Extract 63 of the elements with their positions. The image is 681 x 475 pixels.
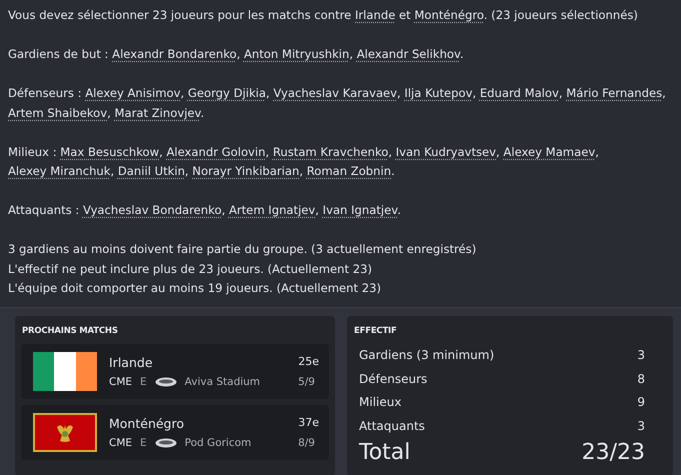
montenegro-flag-icon [33, 412, 97, 452]
rule-text: L'effectif ne peut inclure plus de 23 joueurs. (Actuellement 23) [8, 260, 373, 278]
competition-label: CME [109, 436, 132, 448]
player-link[interactable]: Vyacheslav Karavaev [273, 86, 398, 100]
player-link[interactable]: Max Besuschkow [60, 144, 160, 158]
player-link[interactable]: Mário Fernandes [566, 86, 662, 100]
player-link[interactable]: Alexey Mamaev [503, 144, 596, 158]
total-value: 23/23 [582, 440, 645, 465]
position-count: 3 [637, 418, 645, 433]
position-label: Milieux [359, 395, 402, 410]
player-link[interactable]: Alexey Anisimov [85, 86, 181, 100]
player-link[interactable]: Ivan Kudryavtsev [396, 144, 496, 158]
position-group-text: Attaquants : Vyacheslav Bondarenko, Artem Ignatjev, Ivan Ignatjev. [8, 202, 402, 219]
match-row[interactable]: Irlande 25e CME E Aviva Stadium 5/9 [21, 344, 329, 398]
venue-type-label: E [140, 436, 147, 448]
player-link[interactable]: Alexandr Bondarenko [112, 47, 237, 61]
team-link[interactable]: Irlande [355, 8, 396, 22]
team-rank: 25e [298, 354, 319, 370]
player-link[interactable]: Artem Shaibekov [8, 106, 108, 120]
ireland-flag-icon [33, 352, 97, 390]
position-group-text: Gardiens de but : Alexandr Bondarenko, Anton Mitryushkin, Alexandr Selikhov. [8, 46, 465, 63]
team-name: Irlande [109, 354, 153, 370]
player-link[interactable]: Anton Mitryushkin [244, 47, 350, 61]
position-label: Gardiens (3 minimum) [359, 348, 494, 362]
venue-type-label: E [140, 376, 147, 388]
match-round: 5/9 [298, 376, 315, 388]
stadium-name: Pod Goricom [184, 436, 252, 448]
rule-text: L'équipe doit comporter au moins 19 joueurs. (Actuellement 23) [8, 280, 382, 297]
team-rank: 37e [298, 416, 319, 430]
stadium-icon [154, 376, 177, 386]
player-link[interactable]: Norayr Yinkibarian [192, 164, 300, 178]
squad-title: EFFECTIF [354, 326, 398, 336]
position-label: Défenseurs [359, 372, 428, 386]
rule-text: 3 gardiens au moins doivent faire partie du groupe. (3 actuellement enregistrés) [8, 241, 478, 258]
position-group-text: Milieux : Max Besuschkow, Alexandr Golovin, Rustam Kravchenko, Ivan Kudryavtsev, Alexey Mamaev, Alexey Miranchuk, Daniil Utkin, Norayr Yinkibarian, Roman Zobnin. [8, 144, 600, 180]
competition-label: CME [109, 376, 132, 388]
position-count: 9 [637, 395, 645, 410]
player-link[interactable]: Rustam Kravchenko [272, 144, 388, 158]
player-link[interactable]: Marat Zinovjev [114, 106, 201, 120]
player-link[interactable]: Eduard Malov [480, 86, 559, 100]
player-link[interactable]: Alexey Miranchuk [8, 164, 110, 178]
position-group-text: Défenseurs : Alexey Anisimov, Georgy Djikia, Vyacheslav Karavaev, Ilja Kutepov, Eduard Malov, Mário Fernandes, Artem Shaibekov, Marat Zinovjev. [8, 85, 667, 122]
team-link[interactable]: Monténégro [414, 8, 484, 22]
position-count: 3 [637, 348, 645, 362]
player-link[interactable]: Alexandr Selikhov [356, 47, 460, 61]
player-link[interactable]: Georgy Djikia [188, 86, 266, 100]
total-label: Total [359, 440, 410, 465]
player-link[interactable]: Artem Ignatjev [228, 203, 316, 217]
player-link[interactable]: Vyacheslav Bondarenko [82, 203, 222, 217]
intro-text: Vous devez sélectionner 23 joueurs pour les matchs contre Irlande et Monténégro. (23 joueurs sélectionnés) [8, 7, 639, 24]
stadium-name: Aviva Stadium [184, 376, 260, 388]
stadium-icon [154, 438, 177, 448]
team-name: Monténégro [109, 416, 184, 430]
player-link[interactable]: Roman Zobnin [306, 164, 392, 178]
player-link[interactable]: Alexandr Golovin [166, 144, 266, 158]
player-link[interactable]: Ivan Ignatjev [322, 203, 398, 217]
match-round: 8/9 [298, 436, 315, 448]
matches-title: PROCHAINS MATCHS [22, 326, 119, 336]
position-count: 8 [637, 372, 645, 386]
player-link[interactable]: Ilja Kutepov [404, 86, 472, 100]
position-label: Attaquants [359, 418, 425, 433]
match-row[interactable]: Monténégro 37e CME E Pod Goricom 8/9 [21, 404, 329, 460]
player-link[interactable]: Daniil Utkin [118, 164, 185, 178]
